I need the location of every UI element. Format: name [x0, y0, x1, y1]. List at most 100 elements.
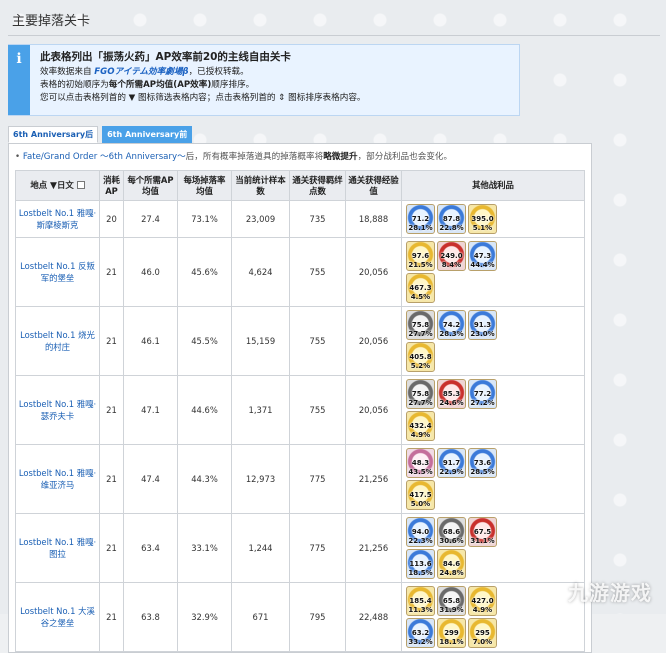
item-icon[interactable]: 432.4 4.9%: [406, 411, 435, 441]
tab-before-6th-anniversary[interactable]: 6th Anniversary前: [102, 126, 193, 143]
update-note: • Fate/Grand Order ～6th Anniversary～后，所有…: [15, 152, 453, 162]
bond-cell: 755: [289, 306, 346, 376]
item-ap-value: 97.6: [411, 252, 430, 260]
item-icon[interactable]: 405.8 5.2%: [406, 342, 435, 372]
item-icon[interactable]: 94.0 22.3%: [406, 517, 435, 547]
item-icon[interactable]: 417.5 5.0%: [406, 480, 435, 510]
item-ap-value: 87.8: [442, 215, 461, 223]
item-drop-rate: 18.1%: [439, 638, 464, 646]
item-ap-value: 427.0: [471, 597, 494, 605]
item-icon[interactable]: 295 7.0%: [468, 618, 497, 648]
exp-cell: 20,056: [345, 237, 402, 307]
item-icon[interactable]: 68.6 30.6%: [437, 517, 466, 547]
filter-icon[interactable]: ▼: [50, 181, 57, 191]
table-row: Lostbelt No.1 雅嘎·图拉 21 63.4 33.1% 1,244 775 21…: [15, 513, 585, 583]
bond-cell: 775: [289, 444, 346, 514]
watermark-logo: 九游游戏: [568, 581, 652, 605]
table-row: Lostbelt No.1 大溪谷之堡垒 21 63.8 32.9% 671 795 22,…: [15, 582, 585, 652]
other-items-cell: 75.8 27.7% 85.3 24.6% 77.2 27.2% 432.4 4.9%: [401, 375, 585, 445]
table-row: Lostbelt No.1 雅嘎·瑟乔夫卡 21 47.1 44.6% 1,371 755…: [15, 375, 585, 445]
samples-cell: 15,159: [231, 306, 290, 376]
per-ap-cell: 63.4: [123, 513, 178, 583]
table-row: Lostbelt No.1 雅嘎·维亚济马 21 47.4 44.3% 12,973 77…: [15, 444, 585, 514]
col-per-ap[interactable]: 每个所需AP均值: [123, 170, 178, 201]
item-icon[interactable]: 74.2 28.3%: [437, 310, 466, 340]
item-icon[interactable]: 77.2 27.2%: [468, 379, 497, 409]
location-cell[interactable]: Lostbelt No.1 雅嘎·图拉: [15, 513, 100, 583]
exp-cell: 20,056: [345, 306, 402, 376]
item-icon[interactable]: 467.3 4.5%: [406, 273, 435, 303]
ap-cell: 21: [99, 306, 124, 376]
item-drop-rate: 23.0%: [470, 330, 495, 338]
item-icon[interactable]: 73.6 28.5%: [468, 448, 497, 478]
item-icon[interactable]: 47.3 44.4%: [468, 241, 497, 271]
location-cell[interactable]: Lostbelt No.1 反叛军的堡垒: [15, 237, 100, 307]
source-link[interactable]: FGOアイテム効率劇場β: [94, 67, 188, 77]
bond-cell: 755: [289, 237, 346, 307]
exp-cell: 21,256: [345, 444, 402, 514]
col-exp[interactable]: 通关获得经验值: [345, 170, 402, 201]
item-icon[interactable]: 63.2 33.2%: [406, 618, 435, 648]
item-icon[interactable]: 84.6 24.8%: [437, 549, 466, 579]
samples-cell: 12,973: [231, 444, 290, 514]
tab-after-6th-anniversary[interactable]: 6th Anniversary后: [8, 126, 99, 143]
bond-cell: 735: [289, 200, 346, 238]
col-ap[interactable]: 消耗AP: [99, 170, 124, 201]
item-icon[interactable]: 249.0 8.4%: [437, 241, 466, 271]
samples-cell: 1,371: [231, 375, 290, 445]
bond-cell: 775: [289, 513, 346, 583]
bond-cell: 755: [289, 375, 346, 445]
section-title: 主要掉落关卡: [8, 6, 660, 36]
item-icon[interactable]: 91.7 22.9%: [437, 448, 466, 478]
samples-cell: 1,244: [231, 513, 290, 583]
page: 主要掉落关卡 ℹ 此表格列出「振荡火药」AP效率前20的主线自由关卡 效率数据来…: [0, 0, 666, 653]
item-icon[interactable]: 75.8 27.7%: [406, 379, 435, 409]
item-drop-rate: 28.5%: [470, 468, 495, 476]
item-icon[interactable]: 299 18.1%: [437, 618, 466, 648]
fgo-6th-anniversary-link[interactable]: Fate/Grand Order ～6th Anniversary～: [23, 152, 186, 162]
item-ap-value: 67.5: [473, 528, 492, 536]
info-line-help: 您可以点击表格列首的 ▼ 图标筛选表格内容；点击表格列首的 ⇕ 图标排序表格内容…: [40, 93, 366, 103]
item-ap-value: 432.4: [409, 422, 432, 430]
location-cell[interactable]: Lostbelt No.1 烧光的村庄: [15, 306, 100, 376]
col-location[interactable]: 地点 ▼日文: [15, 170, 100, 201]
ap-cell: 20: [99, 200, 124, 238]
col-samples[interactable]: 当前统计样本数: [231, 170, 290, 201]
col-drop-rate[interactable]: 每场掉落率均值: [177, 170, 232, 201]
item-ap-value: 85.3: [442, 390, 461, 398]
item-icon[interactable]: 48.3 43.5%: [406, 448, 435, 478]
info-headline: 此表格列出「振荡火药」AP效率前20的主线自由关卡: [40, 51, 291, 63]
other-items-cell: 71.2 28.1% 87.8 22.8% 395.0 5.1%: [401, 200, 585, 238]
item-icon[interactable]: 87.8 22.8%: [437, 204, 466, 234]
item-icon[interactable]: 427.0 4.9%: [468, 586, 497, 616]
item-ap-value: 467.3: [409, 284, 432, 292]
item-icon[interactable]: 71.2 28.1%: [406, 204, 435, 234]
item-icon[interactable]: 395.0 5.1%: [468, 204, 497, 234]
item-icon[interactable]: 91.3 23.0%: [468, 310, 497, 340]
other-items-cell: 48.3 43.5% 91.7 22.9% 73.6 28.5% 417.5 5.0%: [401, 444, 585, 514]
drop-table: 地点 ▼日文 消耗AP 每个所需AP均值 每场掉落率均值 当前统计样本数 通关获…: [15, 170, 585, 652]
other-items-cell: 185.4 11.3% 65.8 31.9% 427.0 4.9% 63.2 33.2% 299…: [401, 582, 585, 652]
tab-bar: 6th Anniversary后 6th Anniversary前: [8, 126, 666, 143]
col-bond[interactable]: 通关获得羁绊点数: [289, 170, 346, 201]
location-cell[interactable]: Lostbelt No.1 雅嘎·维亚济马: [15, 444, 100, 514]
item-drop-rate: 27.7%: [408, 330, 433, 338]
location-cell[interactable]: Lostbelt No.1 大溪谷之堡垒: [15, 582, 100, 652]
item-icon[interactable]: 185.4 11.3%: [406, 586, 435, 616]
samples-cell: 23,009: [231, 200, 290, 238]
item-ap-value: 91.3: [473, 321, 492, 329]
bond-cell: 795: [289, 582, 346, 652]
location-cell[interactable]: Lostbelt No.1 雅嘎·斯摩棱斯克: [15, 200, 100, 238]
col-other-items[interactable]: 其他战利品: [401, 170, 585, 201]
item-icon[interactable]: 85.3 24.6%: [437, 379, 466, 409]
item-icon[interactable]: 65.8 31.9%: [437, 586, 466, 616]
drop-rate-cell: 45.6%: [177, 237, 232, 307]
item-drop-rate: 4.9%: [410, 431, 431, 439]
item-ap-value: 295: [475, 629, 490, 637]
item-icon[interactable]: 113.6 18.5%: [406, 549, 435, 579]
item-icon[interactable]: 67.5 31.1%: [468, 517, 497, 547]
japanese-filter-checkbox[interactable]: [76, 180, 85, 189]
item-icon[interactable]: 75.8 27.7%: [406, 310, 435, 340]
item-icon[interactable]: 97.6 21.5%: [406, 241, 435, 271]
location-cell[interactable]: Lostbelt No.1 雅嘎·瑟乔夫卡: [15, 375, 100, 445]
